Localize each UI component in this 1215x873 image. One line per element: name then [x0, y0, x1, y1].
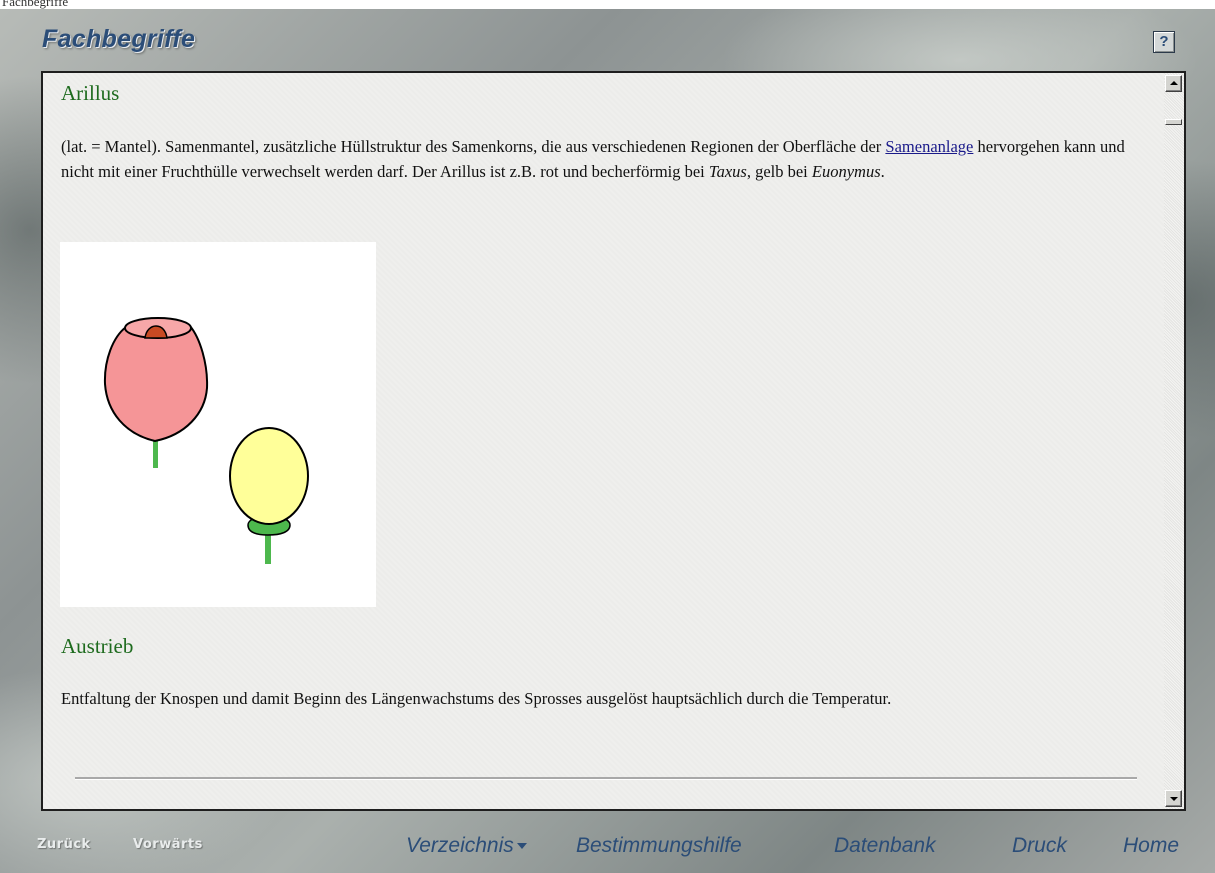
- help-button[interactable]: ?: [1153, 31, 1175, 53]
- index-label: Verzeichnis: [406, 834, 514, 857]
- vertical-scrollbar[interactable]: [1164, 73, 1184, 809]
- scrollbar-thumb[interactable]: [1165, 119, 1182, 125]
- arillus-drawing: [103, 317, 309, 564]
- term-definition-arillus: (lat. = Mantel). Samenmantel, zusätzlich…: [61, 134, 1146, 184]
- stem-red: [153, 438, 158, 468]
- arillus-illustration: [60, 242, 376, 607]
- top-strip: Fachbegriffe: [0, 0, 1215, 9]
- forward-button[interactable]: Vorwärts: [133, 837, 203, 852]
- identification-key-link[interactable]: Bestimmungshilfe: [576, 834, 742, 858]
- term-heading-austrieb: Austrieb: [61, 634, 134, 658]
- definition-text: (lat. = Mantel). Samenmantel, zusätzlich…: [61, 137, 886, 156]
- content-area: Arillus (lat. = Mantel). Samenmantel, zu…: [43, 73, 1164, 809]
- top-strip-text: Fachbegriffe: [2, 0, 69, 9]
- home-link[interactable]: Home: [1123, 834, 1179, 858]
- index-menu[interactable]: Verzeichnis: [406, 834, 527, 858]
- print-link[interactable]: Druck: [1012, 834, 1067, 858]
- term-heading-arillus: Arillus: [61, 81, 120, 105]
- link-samenanlage[interactable]: Samenanlage: [885, 137, 973, 156]
- taxon-name: Euonymus: [811, 162, 881, 181]
- scroll-down-arrow-icon[interactable]: [1165, 790, 1182, 807]
- content-frame: Arillus (lat. = Mantel). Samenmantel, zu…: [41, 71, 1186, 811]
- bottom-navigation: Zurück Vorwärts Verzeichnis Bestimmungsh…: [0, 834, 1215, 864]
- chevron-down-icon: [516, 843, 527, 850]
- definition-text: .: [880, 162, 885, 181]
- back-button[interactable]: Zurück: [37, 837, 91, 852]
- red-arillus: [103, 324, 209, 443]
- divider: [75, 777, 1137, 780]
- definition-text: , gelb bei: [746, 162, 812, 181]
- database-link[interactable]: Datenbank: [834, 834, 936, 858]
- scroll-up-arrow-icon[interactable]: [1165, 75, 1182, 92]
- yellow-arillus: [229, 427, 309, 525]
- taxon-name: Taxus: [708, 162, 747, 181]
- term-definition-austrieb: Entfaltung der Knospen und damit Beginn …: [61, 689, 892, 708]
- page-title: Fachbegriffe: [42, 25, 196, 53]
